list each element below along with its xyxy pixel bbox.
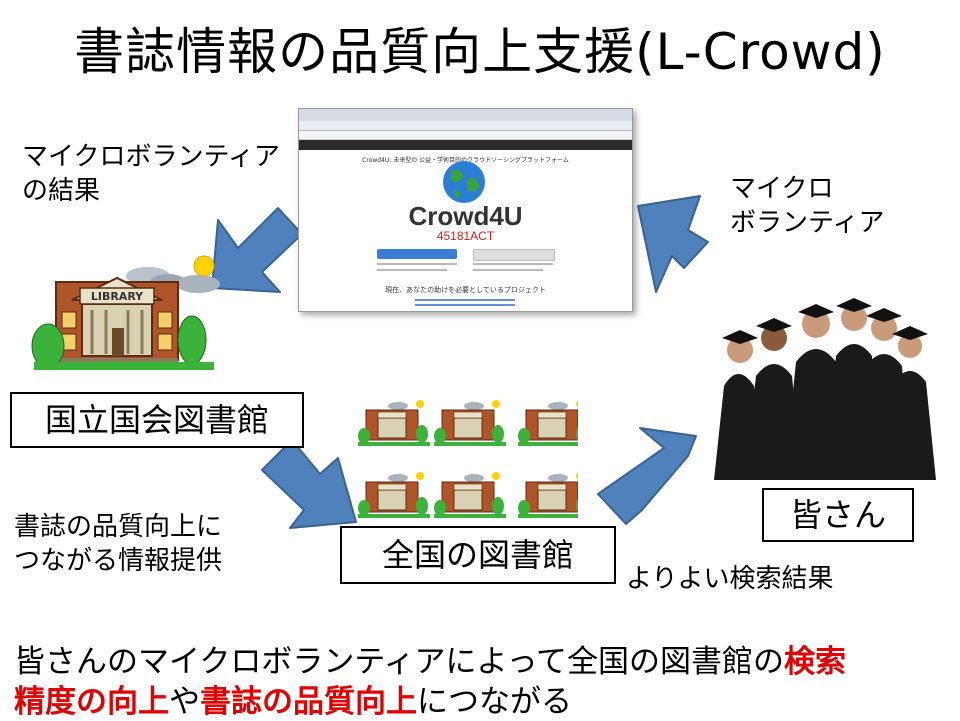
info-provision-label: 書誌の品質向上に つながる情報提供 (14, 512, 223, 576)
library-small (433, 471, 507, 519)
arrow-result-to-ndl (211, 207, 303, 293)
screenshot-code: 45181ACT (436, 229, 495, 243)
library-small (358, 471, 431, 519)
better-search-label: よりよい検索結果 (626, 564, 834, 594)
arrow-libraries-to-people (597, 427, 697, 525)
micro-volunteer-result-label: マイクロボランティア の結果 (22, 142, 280, 206)
library-sign-text: LIBRARY (91, 290, 144, 303)
library-illustration: LIBRARY (31, 255, 220, 370)
crowd4u-logo: Crowd4U (408, 201, 523, 231)
library-small (517, 471, 578, 519)
ndl-box: 国立国会図書館 (10, 392, 304, 448)
micro-volunteer-label: マイクロ ボランティア (730, 174, 885, 238)
footer-line-1: 皆さんのマイクロボランティアによって全国の図書館の検索 (14, 644, 847, 680)
crowd4u-screenshot: Crowd4U: 未来型の 公益・学術目的のクラウドソーシングプラットフォーム … (298, 108, 633, 312)
library-small (517, 399, 578, 447)
library-small (433, 399, 507, 447)
arrow-ndl-to-libraries (261, 439, 357, 529)
screenshot-project-heading: 現在、あなたの助けを必要としているプロジェクト (385, 286, 546, 294)
footer-line-2: 精度の向上や書誌の品質向上につながる (14, 684, 572, 720)
library-grid (358, 399, 578, 519)
national-libraries-box: 全国の図書館 (340, 526, 616, 584)
everyone-box: 皆さん (762, 488, 914, 542)
graduates-photo (704, 266, 948, 480)
arrow-volunteer-to-screenshot (637, 195, 709, 293)
globe-icon (443, 161, 485, 203)
library-small (358, 399, 431, 447)
